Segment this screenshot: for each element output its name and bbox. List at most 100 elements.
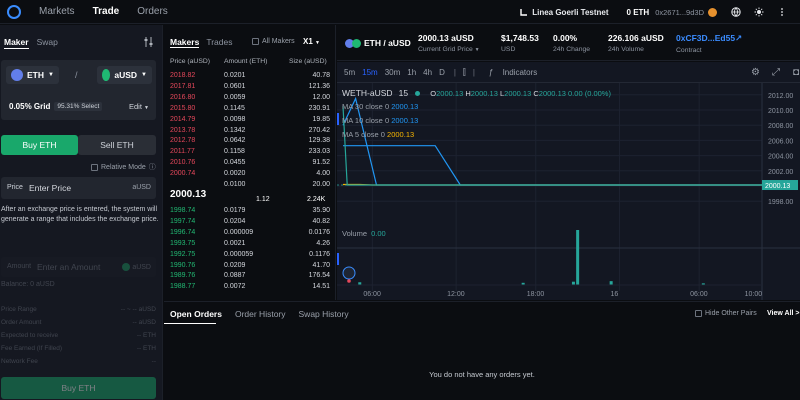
multiplier-select[interactable]: X1 ▼	[303, 37, 320, 46]
sun-icon[interactable]	[754, 7, 764, 17]
orders-panel: Open Orders Order History Swap History H…	[164, 301, 800, 400]
ask-row[interactable]: 2018.82 0.0201 40.78	[164, 72, 336, 82]
ask-row[interactable]: 2014.79 0.0098 19.85	[164, 116, 336, 126]
row-amount: 0.0201	[224, 72, 246, 79]
ausd-icon	[102, 69, 111, 81]
interval-d[interactable]: D	[439, 68, 445, 77]
ask-row[interactable]: 2017.81 0.0601 121.36	[164, 83, 336, 93]
price-input[interactable]: Enter Price	[29, 183, 71, 193]
amount-input[interactable]: Enter an Amount	[37, 262, 100, 272]
price-label: Price	[7, 184, 23, 191]
row-price: 1990.76	[170, 261, 196, 269]
legend-c-wrap: C2000.13	[533, 89, 566, 98]
ask-row[interactable]: 2010.76 0.0455 91.52	[164, 159, 336, 169]
row-size: 176.54	[308, 272, 330, 280]
price-input-box[interactable]: Price Enter Price aUSD	[1, 177, 156, 199]
orders-tabs: Open Orders Order History Swap History	[170, 309, 349, 319]
submit-buy-button[interactable]: Buy ETH	[1, 377, 156, 399]
ask-row[interactable]: 2016.80 0.0059 12.00	[164, 94, 336, 104]
checkbox-icon[interactable]	[252, 38, 259, 45]
ask-row[interactable]: 2013.78 0.1342 270.42	[164, 127, 336, 137]
hide-other-pairs-toggle[interactable]: Hide Other Pairs	[695, 310, 757, 317]
chart-settings-gear-icon[interactable]: ⚙	[751, 67, 760, 78]
tab-maker[interactable]: Maker	[4, 37, 29, 49]
buy-tab-button[interactable]: Buy ETH	[1, 135, 78, 155]
row-price: 1989.76	[170, 272, 196, 280]
fullscreen-icon[interactable]: ⤢	[772, 67, 780, 78]
row-price: 2000.74	[170, 170, 196, 178]
contract-link[interactable]: 0xCF3D...Ed55↗	[676, 33, 742, 44]
bid-row[interactable]: 1993.75 0.0021 4.26	[164, 240, 336, 250]
checkbox-icon[interactable]	[91, 163, 98, 171]
relative-mode-toggle[interactable]: Relative Mode ⓘ	[91, 162, 156, 172]
avatar[interactable]	[708, 7, 717, 17]
grid-badge: 95.31% Select	[54, 102, 103, 111]
all-makers-label: All Makers	[262, 38, 295, 45]
edit-grid-button[interactable]: Edit ▼	[129, 102, 149, 111]
interval-15m[interactable]: 15m	[362, 68, 378, 77]
grid-row: 0.05% Grid 95.31% Select	[9, 102, 103, 111]
ask-row[interactable]: 2012.78 0.0642 129.38	[164, 137, 336, 147]
ask-row[interactable]: 2015.80 0.1145 230.91	[164, 105, 336, 115]
interval-5m[interactable]: 5m	[344, 68, 355, 77]
indicators-button[interactable]: ƒ Indicators	[482, 68, 537, 77]
kv-expected-receive: Expected to receive -- ETH	[1, 332, 156, 339]
mid-size: 2.24K	[307, 196, 326, 203]
interval-1h[interactable]: 1h	[407, 68, 416, 77]
wallet-address[interactable]: 0x2671...9d3D	[655, 8, 704, 17]
tab-swap-history[interactable]: Swap History	[299, 309, 349, 319]
base-token-select[interactable]: ETH ▼	[6, 66, 59, 84]
bid-row[interactable]: 1997.74 0.0204 40.82	[164, 218, 336, 228]
bid-row[interactable]: 1998.74 0.0179 35.90	[164, 207, 336, 217]
legend-change: 0.00 (0.00%)	[568, 89, 611, 98]
tab-open-orders[interactable]: Open Orders	[170, 309, 222, 319]
market-pair[interactable]: ETH / aUSD	[345, 38, 411, 48]
checkbox-icon[interactable]	[695, 310, 702, 317]
globe-icon[interactable]	[731, 7, 741, 17]
bid-row[interactable]: 1990.76 0.0209 41.70	[164, 262, 336, 272]
app-logo-icon[interactable]	[7, 4, 21, 19]
mode-tabs: Maker Swap	[4, 37, 58, 49]
all-makers-toggle[interactable]: All Makers	[252, 38, 295, 45]
legend-volume-value: 0.00	[371, 229, 386, 238]
tab-trades[interactable]: Trades	[206, 37, 232, 48]
balance-text: Balance: 0 aUSD	[1, 281, 55, 288]
row-amount: 0.0021	[224, 239, 246, 247]
price-chart[interactable]: 5m 15m 30m 1h 4h D | ⫿ | ƒ Indicators ⚙ …	[337, 62, 800, 300]
nav-markets[interactable]: Markets	[39, 6, 75, 17]
chevron-down-icon: ▼	[474, 47, 480, 53]
tab-swap[interactable]: Swap	[37, 37, 58, 49]
ask-row[interactable]: 2000.74 0.0020 4.00	[164, 170, 336, 180]
bid-row[interactable]: 1996.74 0.000009 0.0176	[164, 229, 336, 239]
interval-30m[interactable]: 30m	[385, 68, 401, 77]
pair-selector: ETH ▼ / aUSD ▼ 0.05% Grid 95.31% Select …	[1, 60, 156, 120]
network-selector[interactable]: Linea Goerli Testnet	[520, 8, 609, 17]
camera-icon[interactable]: ◘	[793, 67, 799, 78]
nav-orders[interactable]: Orders	[137, 6, 168, 17]
menu-icon[interactable]	[777, 7, 787, 17]
nav-trade[interactable]: Trade	[93, 6, 120, 17]
quote-token-select[interactable]: aUSD ▼	[97, 66, 152, 84]
bid-row[interactable]: 1989.76 0.0887 176.54	[164, 272, 336, 282]
price-tick-label: 2008.00	[768, 123, 793, 130]
legend-ma30-label: MA 30 close 0	[342, 102, 390, 111]
tab-makers[interactable]: Makers	[170, 37, 200, 48]
row-size: 12.00	[312, 93, 330, 101]
row-price: 2011.77	[170, 148, 195, 156]
kv-key: Price Range	[1, 306, 37, 313]
view-all-link[interactable]: View All >	[767, 310, 800, 317]
sell-tab-button[interactable]: Sell ETH	[78, 135, 156, 155]
amount-input-box[interactable]: Amount Enter an Amount aUSD	[1, 257, 156, 277]
interval-4h[interactable]: 4h	[423, 68, 432, 77]
time-tick-label: 10:00	[745, 291, 763, 298]
bid-row[interactable]: 1988.77 0.0072 14.51	[164, 283, 336, 293]
tab-order-history[interactable]: Order History	[235, 309, 286, 319]
stat-volume: 226.106 aUSD 24h Volume	[608, 33, 664, 53]
grid-price-label-wrap[interactable]: Current Grid Price ▼	[418, 46, 480, 53]
time-tick-label: 06:00	[363, 291, 381, 298]
bid-row[interactable]: 1992.75 0.000059 0.1176	[164, 251, 336, 261]
ask-row[interactable]: 2011.77 0.1158 233.03	[164, 148, 336, 158]
book-tabs: Makers Trades	[170, 37, 232, 48]
candle-type-icon[interactable]: ⫿	[463, 67, 466, 78]
settings-sliders-icon[interactable]	[143, 37, 154, 47]
